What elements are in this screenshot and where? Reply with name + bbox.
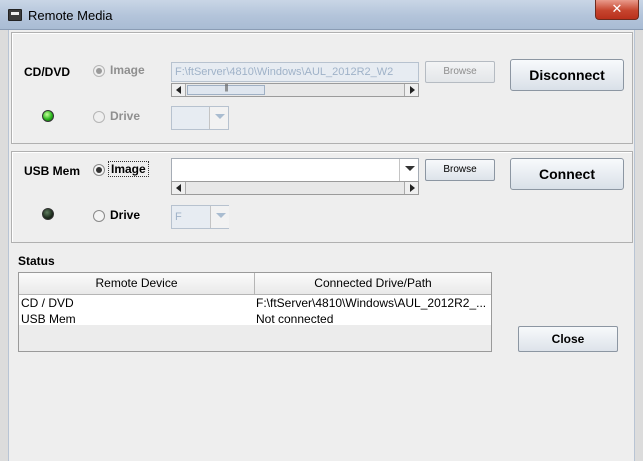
status-table-header: Remote Device Connected Drive/Path — [19, 273, 491, 295]
column-header-connected-path[interactable]: Connected Drive/Path — [255, 273, 491, 294]
usb-mem-label: USB Mem — [24, 164, 81, 178]
status-table: Remote Device Connected Drive/Path CD / … — [18, 272, 492, 352]
scroll-right-icon[interactable] — [404, 84, 418, 96]
usb-image-path-combo[interactable] — [171, 158, 419, 182]
scroll-thumb[interactable] — [187, 83, 265, 95]
cd-dvd-panel: CD/DVD Image F:\ftServer\4810\Windows\AU… — [11, 32, 633, 144]
cd-browse-button[interactable]: Browse — [425, 61, 495, 83]
chevron-down-icon[interactable] — [210, 206, 229, 228]
table-row-cd-device[interactable]: CD / DVD — [21, 296, 251, 310]
usb-mem-panel: USB Mem Image Browse Connect Drive F — [11, 151, 633, 243]
disconnect-button[interactable]: Disconnect — [510, 59, 624, 91]
cd-dvd-label: CD/DVD — [24, 65, 71, 79]
cd-drive-select[interactable] — [171, 106, 229, 130]
cd-image-radio[interactable] — [93, 65, 105, 77]
column-header-remote-device[interactable]: Remote Device — [19, 273, 255, 294]
status-heading: Status — [18, 254, 55, 268]
table-row-cd-path[interactable]: F:\ftServer\4810\Windows\AUL_2012R2_... — [256, 296, 491, 310]
usb-status-led-icon — [42, 208, 54, 220]
cd-path-scrollbar[interactable] — [171, 83, 419, 97]
table-empty-area — [19, 325, 491, 351]
cd-status-led-icon — [42, 110, 54, 122]
app-window-icon — [8, 9, 22, 21]
usb-drive-radio[interactable] — [93, 210, 105, 222]
window-title: Remote Media — [28, 8, 113, 23]
table-row-usb-device[interactable]: USB Mem — [21, 312, 251, 326]
connect-button[interactable]: Connect — [510, 158, 624, 190]
scroll-right-icon[interactable] — [404, 182, 418, 194]
usb-image-radio-label[interactable]: Image — [108, 161, 149, 177]
close-button[interactable]: Close — [518, 326, 618, 352]
cd-drive-radio-label[interactable]: Drive — [110, 109, 140, 123]
scroll-left-icon[interactable] — [172, 84, 186, 96]
window-close-icon[interactable]: ✕ — [595, 0, 639, 20]
chevron-down-icon[interactable] — [209, 107, 228, 129]
usb-path-scrollbar[interactable] — [171, 181, 419, 195]
dialog-content: CD/DVD Image F:\ftServer\4810\Windows\AU… — [8, 30, 635, 461]
cd-image-radio-label[interactable]: Image — [110, 63, 145, 77]
usb-drive-radio-label[interactable]: Drive — [110, 208, 140, 222]
title-bar: Remote Media ✕ — [0, 0, 643, 30]
cd-image-path-field[interactable]: F:\ftServer\4810\Windows\AUL_2012R2_W2 — [171, 62, 419, 82]
scroll-left-icon[interactable] — [172, 182, 186, 194]
usb-image-radio[interactable] — [93, 164, 105, 176]
table-row-usb-path[interactable]: Not connected — [256, 312, 491, 326]
usb-browse-button[interactable]: Browse — [425, 159, 495, 181]
cd-drive-radio[interactable] — [93, 111, 105, 123]
chevron-down-icon[interactable] — [399, 159, 418, 181]
